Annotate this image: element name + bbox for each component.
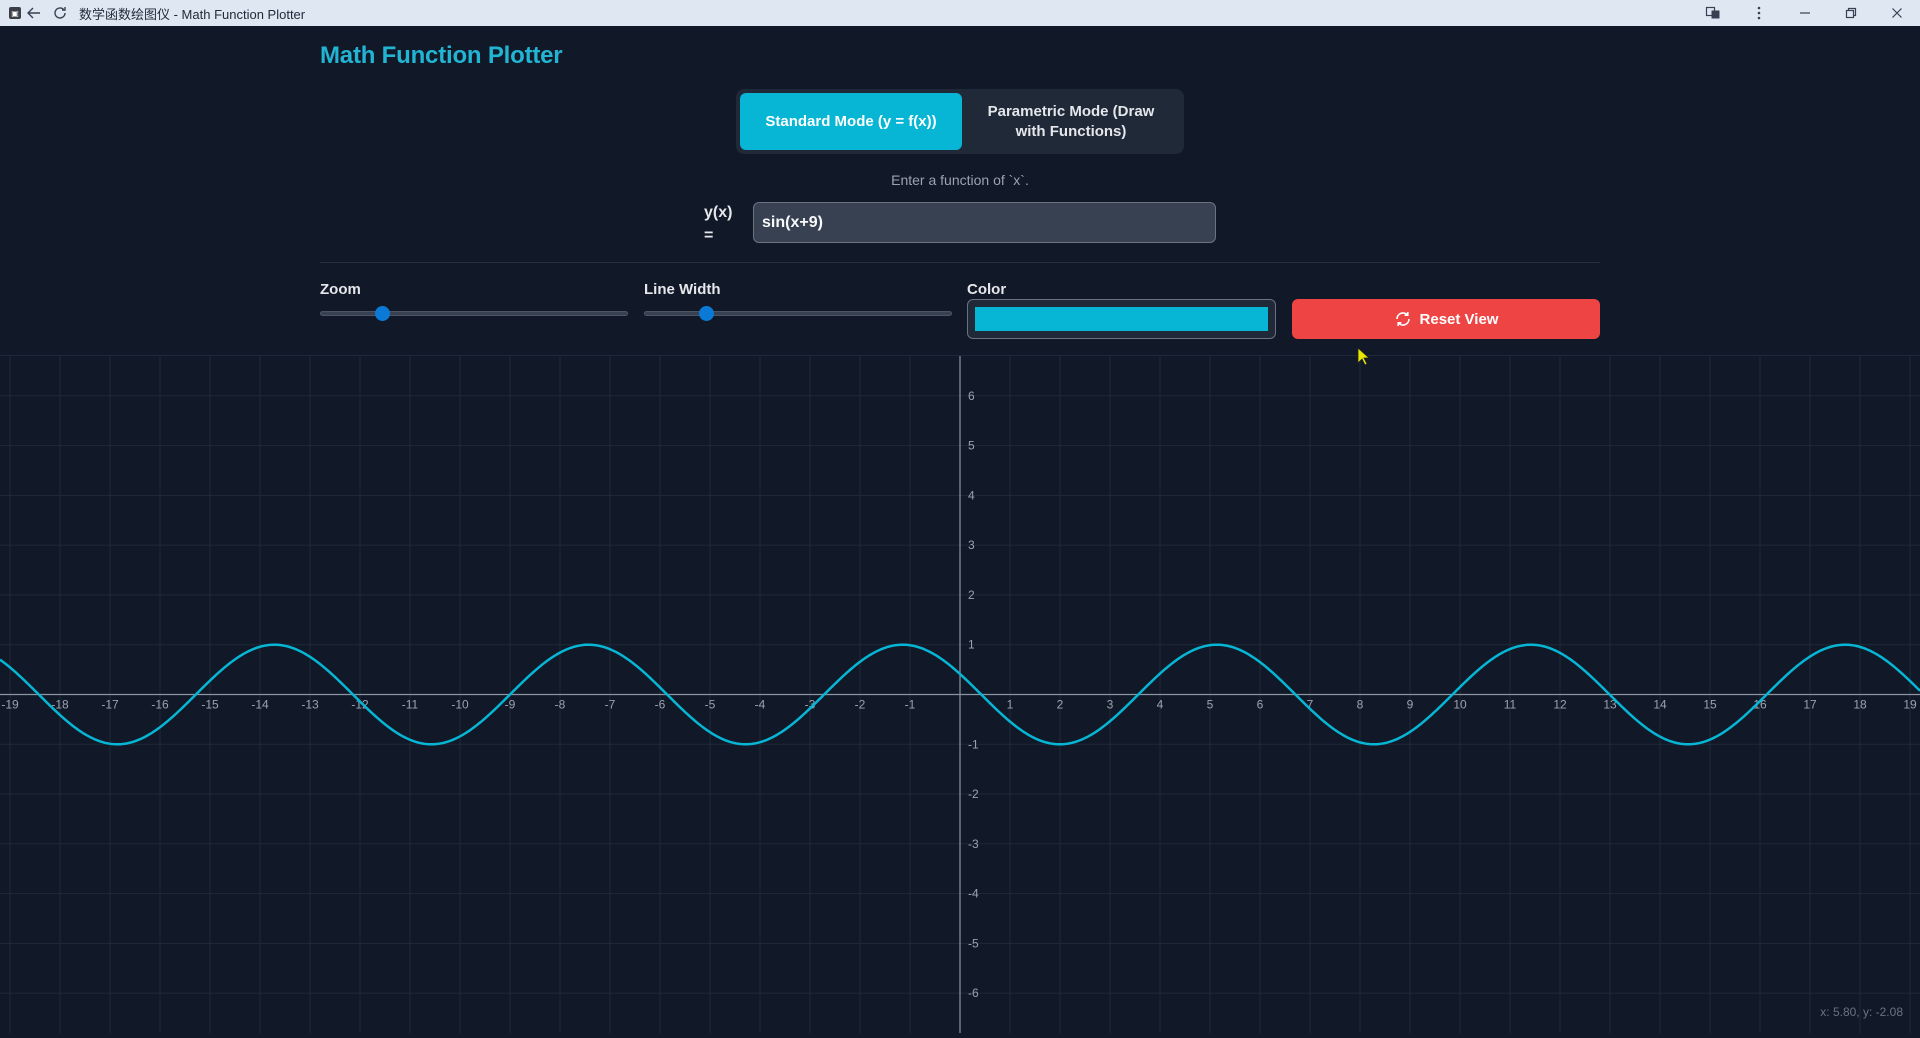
minimize-icon bbox=[1800, 12, 1810, 14]
zoom-slider-thumb[interactable] bbox=[374, 306, 390, 321]
back-button[interactable] bbox=[21, 0, 47, 26]
translate-button[interactable] bbox=[1690, 0, 1736, 26]
minimize-button[interactable] bbox=[1782, 0, 1828, 26]
window-title: 数学函数绘图仪 - Math Function Plotter bbox=[79, 6, 306, 22]
x-tick-label: 11 bbox=[1504, 698, 1517, 712]
y-tick-label: -2 bbox=[968, 787, 979, 801]
y-tick-label: 3 bbox=[968, 538, 975, 552]
x-tick-label: 10 bbox=[1453, 698, 1467, 712]
y-tick-label: -5 bbox=[968, 936, 979, 950]
x-tick-label: 17 bbox=[1803, 698, 1817, 712]
x-tick-label: 19 bbox=[1903, 698, 1917, 712]
zoom-slider[interactable] bbox=[320, 306, 628, 321]
x-tick-label: 4 bbox=[1157, 698, 1164, 712]
function-input[interactable] bbox=[753, 202, 1216, 243]
line-width-slider-track bbox=[644, 311, 952, 316]
plot-area[interactable]: -19 -18 -17 -16 -15 -14 -13 -12 -11 -10 -9 -8 -7 -6 -5… bbox=[0, 355, 1920, 1033]
reset-view-button[interactable]: Reset View bbox=[1292, 299, 1600, 339]
app-title: Math Function Plotter bbox=[320, 42, 563, 69]
reload-icon bbox=[54, 7, 66, 19]
parametric-mode-button[interactable]: Parametric Mode (Draw with Functions) bbox=[962, 93, 1180, 150]
x-tick-label: 1 bbox=[1007, 698, 1014, 712]
x-tick-label: -10 bbox=[451, 698, 469, 712]
reset-icon bbox=[1395, 312, 1410, 326]
plot-canvas[interactable]: -19 -18 -17 -16 -15 -14 -13 -12 -11 -10 -9 -8 -7 -6 -5… bbox=[0, 356, 1920, 1033]
function-label: y(x) = bbox=[704, 204, 733, 244]
x-tick-label: 15 bbox=[1703, 698, 1717, 712]
y-tick-label: -3 bbox=[968, 837, 979, 851]
line-width-label: Line Width bbox=[644, 281, 721, 298]
y-tick-label: -1 bbox=[968, 737, 979, 751]
more-vertical-icon bbox=[1757, 6, 1761, 20]
close-button[interactable] bbox=[1874, 0, 1920, 26]
y-tick-label: 2 bbox=[968, 588, 975, 602]
mode-toggle: Standard Mode (y = f(x)) Parametric Mode… bbox=[736, 89, 1184, 154]
arrow-left-icon bbox=[27, 7, 40, 19]
x-tick-label: 12 bbox=[1553, 698, 1567, 712]
window-titlebar: ▣ 数学函数绘图仪 - Math Function Plotter bbox=[0, 0, 1920, 26]
y-tick-label: 4 bbox=[968, 488, 975, 502]
y-tick-label: -6 bbox=[968, 986, 979, 1000]
restore-icon bbox=[1845, 7, 1857, 19]
y-tick-label: 1 bbox=[968, 638, 975, 652]
x-tick-label: 2 bbox=[1057, 698, 1064, 712]
color-picker[interactable] bbox=[967, 299, 1276, 339]
x-tick-label: -17 bbox=[101, 698, 119, 712]
x-tick-label: 6 bbox=[1257, 698, 1264, 712]
x-tick-label: -14 bbox=[251, 698, 269, 712]
coord-readout: x: 5.80, y: -2.08 bbox=[1820, 1005, 1903, 1019]
y-tick-label: -4 bbox=[968, 887, 979, 901]
x-tick-label: -13 bbox=[301, 698, 319, 712]
color-label: Color bbox=[967, 281, 1007, 298]
x-tick-label: 8 bbox=[1357, 698, 1364, 712]
x-tick-label: -8 bbox=[555, 698, 566, 712]
translate-icon bbox=[1705, 6, 1720, 19]
reload-button[interactable] bbox=[47, 0, 73, 26]
standard-mode-button[interactable]: Standard Mode (y = f(x)) bbox=[740, 93, 962, 150]
line-width-slider-thumb[interactable] bbox=[698, 306, 714, 321]
x-tick-label: -16 bbox=[151, 698, 169, 712]
x-tick-label: 5 bbox=[1207, 698, 1214, 712]
y-tick-label: 5 bbox=[968, 439, 975, 453]
function-hint: Enter a function of `x`. bbox=[891, 172, 1029, 188]
x-tick-label: -7 bbox=[605, 698, 616, 712]
x-tick-label: 18 bbox=[1853, 698, 1867, 712]
x-tick-label: -2 bbox=[855, 698, 866, 712]
more-menu-button[interactable] bbox=[1736, 0, 1782, 26]
reset-view-label: Reset View bbox=[1419, 310, 1499, 328]
x-tick-label: -6 bbox=[655, 698, 666, 712]
restore-button[interactable] bbox=[1828, 0, 1874, 26]
app-icon: ▣ bbox=[9, 7, 21, 19]
close-icon bbox=[1892, 8, 1902, 18]
color-swatch bbox=[975, 307, 1268, 331]
mouse-cursor-icon bbox=[1357, 347, 1371, 366]
x-tick-label: -4 bbox=[755, 698, 766, 712]
x-tick-label: 9 bbox=[1407, 698, 1414, 712]
x-tick-label: -5 bbox=[705, 698, 716, 712]
x-tick-label: 3 bbox=[1107, 698, 1114, 712]
x-tick-label: -11 bbox=[402, 698, 419, 712]
controls-divider bbox=[320, 262, 1600, 263]
x-tick-label: -1 bbox=[905, 698, 916, 712]
x-tick-label: -15 bbox=[201, 698, 219, 712]
zoom-label: Zoom bbox=[320, 281, 361, 298]
x-tick-label: 14 bbox=[1653, 698, 1667, 712]
zoom-slider-track bbox=[320, 311, 628, 316]
line-width-slider[interactable] bbox=[644, 306, 952, 321]
y-tick-label: 6 bbox=[968, 389, 975, 403]
x-tick-label: -19 bbox=[1, 698, 19, 712]
